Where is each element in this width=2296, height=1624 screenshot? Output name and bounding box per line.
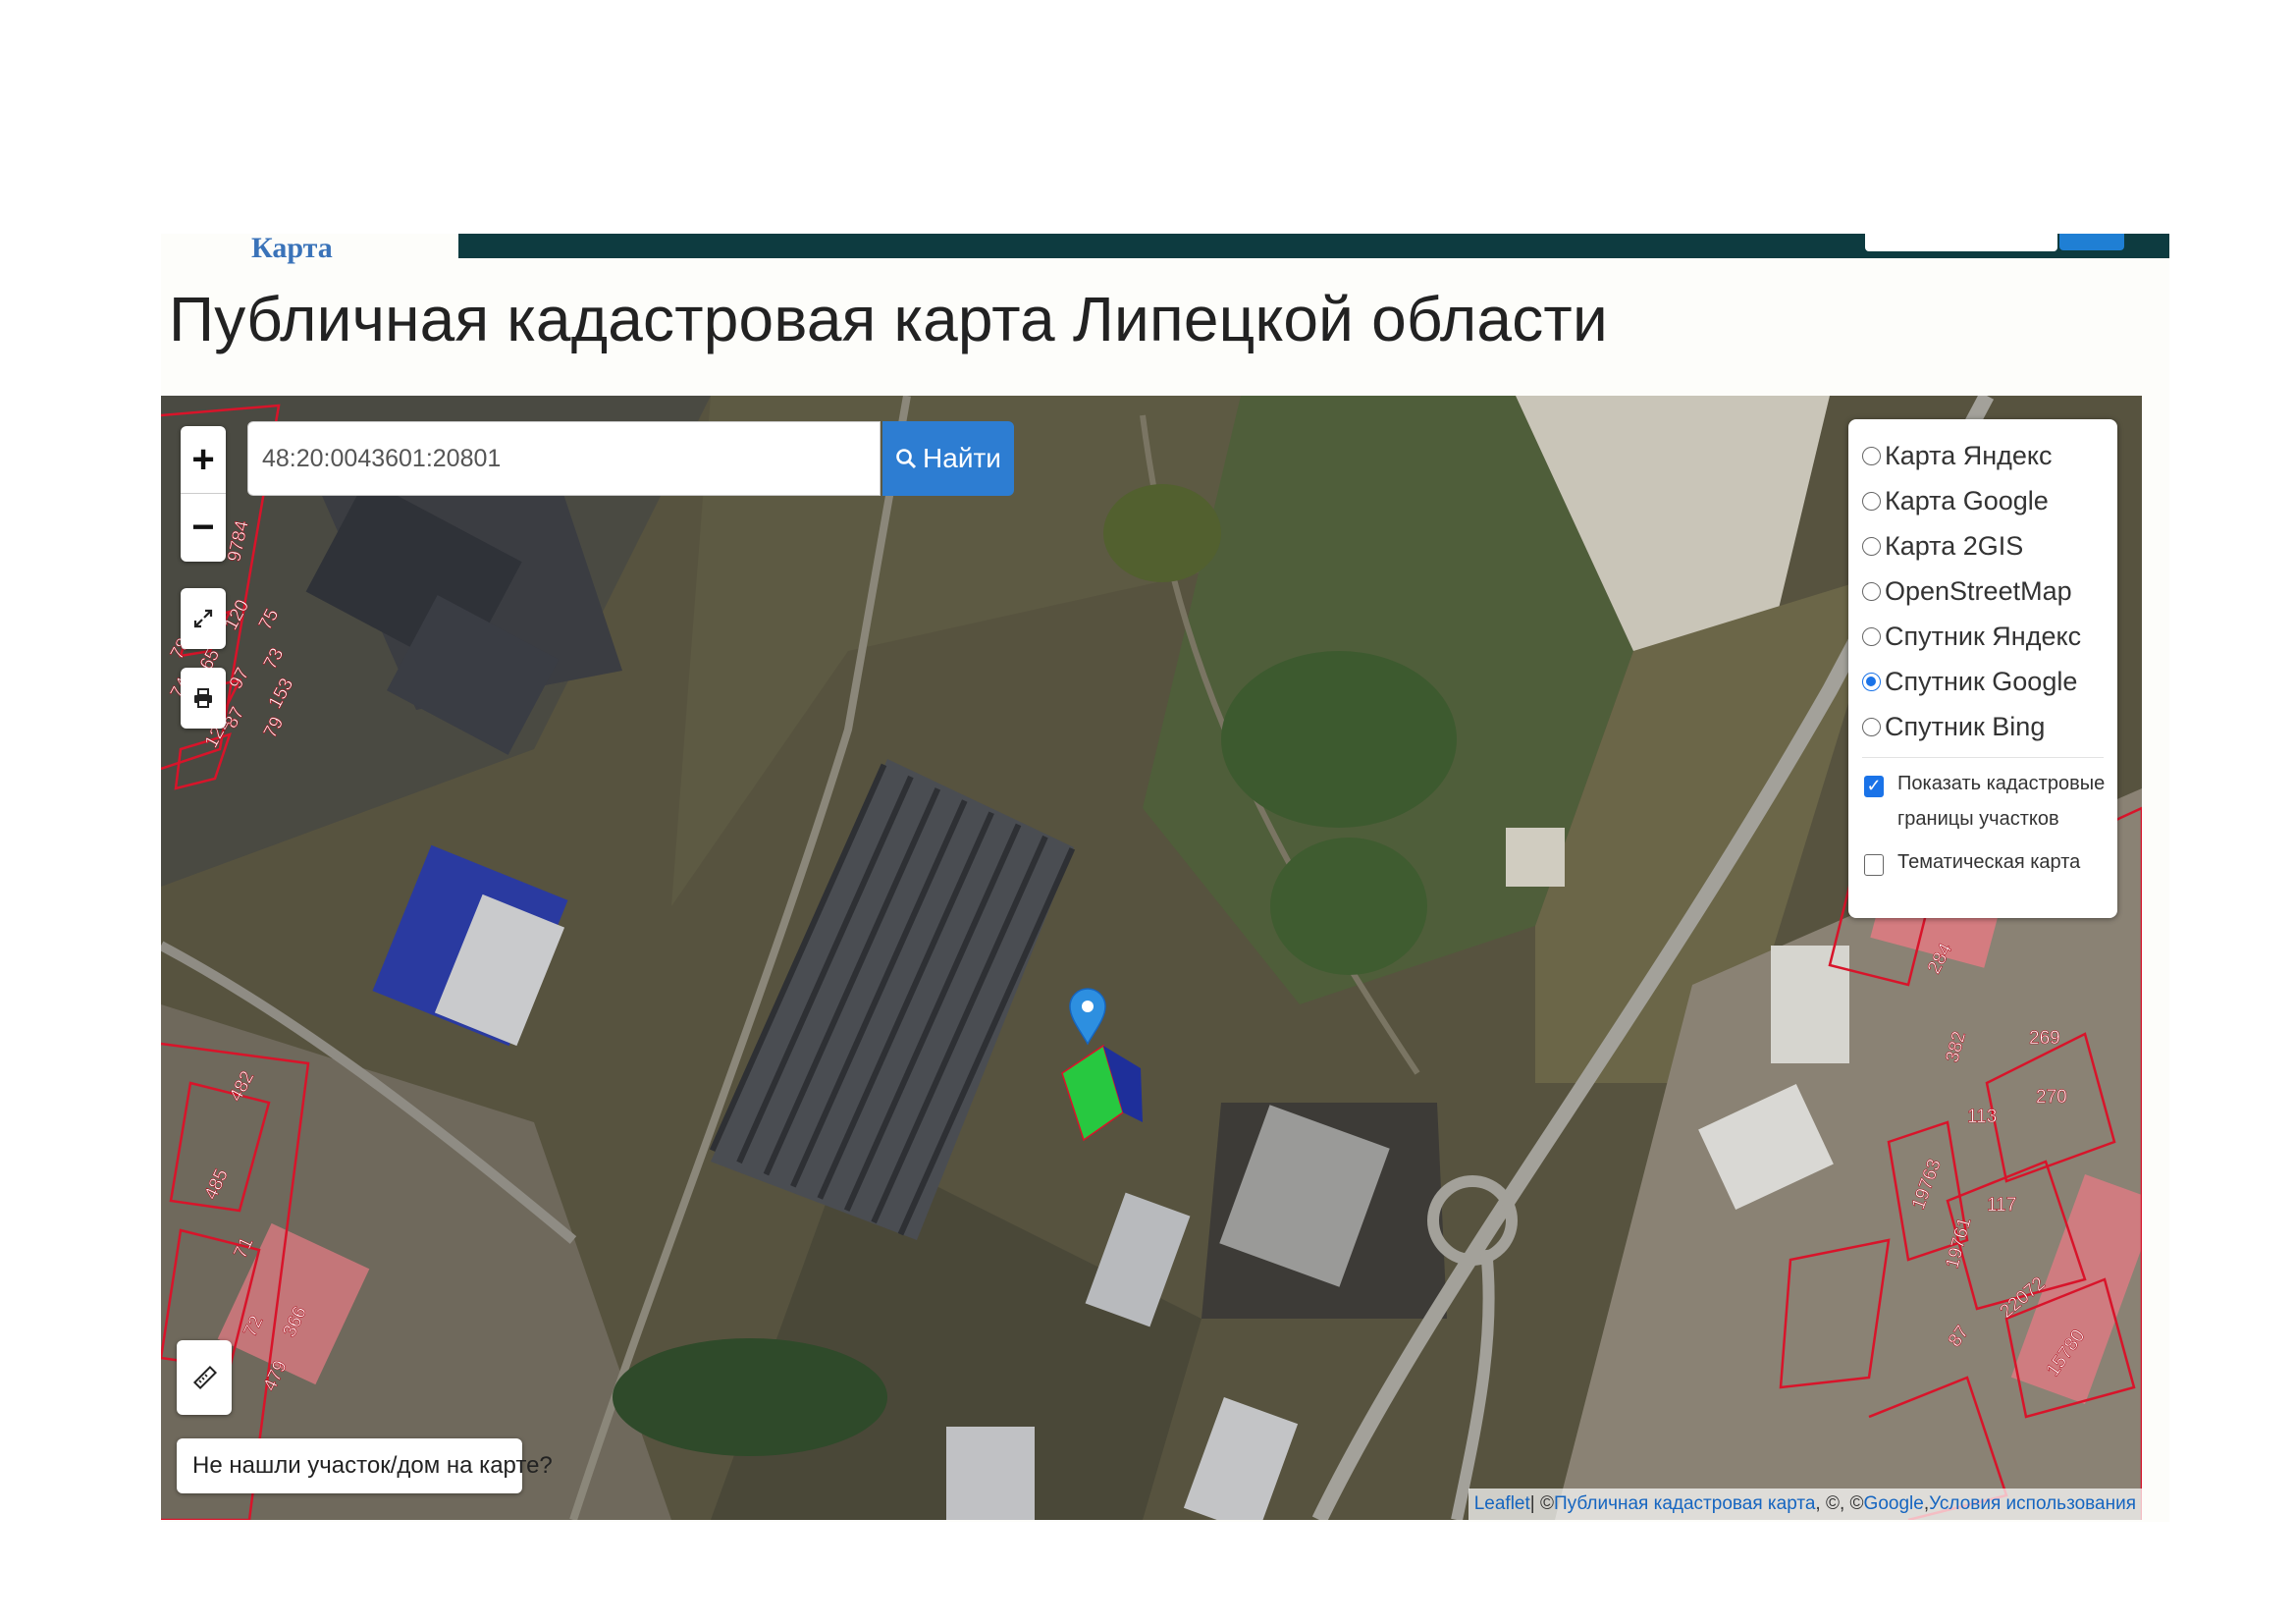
map-viewport[interactable]: 9784100120757316597781537487122796748248… [161, 396, 2142, 1520]
layer-option-label: Спутник Google [1885, 666, 2078, 696]
layer-option-label: Спутник Bing [1885, 711, 2046, 741]
layer-option-yandex-satellite[interactable]: Спутник Яндекс [1862, 614, 2117, 659]
print-button[interactable] [181, 668, 226, 729]
thematic-map-toggle[interactable]: Тематическая карта [1862, 844, 2117, 880]
map-attribution: Leaflet | © Публичная кадастровая карта … [1468, 1489, 2142, 1520]
parcel-number-label: 117 [1987, 1195, 2016, 1216]
find-button-label: Найти [923, 443, 1001, 473]
pkk-link[interactable]: Публичная кадастровая карта [1554, 1493, 1815, 1515]
zoom-control: + − [181, 426, 226, 562]
nav-map-link[interactable]: Карта [251, 234, 333, 263]
fullscreen-button[interactable] [181, 588, 226, 649]
radio-icon [1862, 581, 1881, 601]
find-button[interactable]: Найти [882, 421, 1014, 496]
satellite-imagery: 9784100120757316597781537487122796748248… [161, 396, 2142, 1520]
layer-option-2gis-map[interactable]: Карта 2GIS [1862, 523, 2117, 568]
parcel-number-label: 270 [2036, 1087, 2067, 1108]
measure-button[interactable] [177, 1340, 232, 1415]
layer-option-label: Спутник Яндекс [1885, 621, 2082, 651]
cadastral-borders-label: Показать кадастровые границы участков [1897, 773, 2106, 830]
cadastral-number-input[interactable]: 48:20:0043601:20801 [247, 421, 881, 496]
layer-option-yandex-map[interactable]: Карта Яндекс [1862, 433, 2117, 478]
page-title: Публичная кадастровая карта Липецкой обл… [169, 284, 1608, 354]
leaflet-link[interactable]: Leaflet [1474, 1493, 1530, 1515]
page: Карта Публичная кадастровая карта Липецк… [161, 234, 2169, 1522]
layer-option-openstreetmap[interactable]: OpenStreetMap [1862, 568, 2117, 614]
layer-option-label: Карта Яндекс [1885, 440, 2053, 470]
radio-icon [1862, 626, 1881, 646]
thematic-map-label: Тематическая карта [1897, 851, 2081, 873]
layer-option-bing-satellite[interactable]: Спутник Bing [1862, 704, 2117, 749]
checkbox-icon [1864, 854, 1884, 876]
layer-option-label: Карта Google [1885, 485, 2049, 515]
selected-parcel-marker-icon[interactable] [1068, 987, 1107, 1046]
search-icon [896, 449, 917, 469]
expand-arrows-icon [193, 609, 213, 628]
layer-option-google-map[interactable]: Карта Google [1862, 478, 2117, 523]
zoom-in-button[interactable]: + [181, 426, 226, 493]
attribution-mid: , ©, © [1815, 1493, 1864, 1514]
radio-selected-icon [1862, 672, 1881, 691]
radio-icon [1862, 717, 1881, 736]
parcel-not-found-button[interactable]: Не нашли участок/дом на карте? [177, 1438, 553, 1493]
layer-option-label: OpenStreetMap [1885, 575, 2072, 606]
layer-divider [1862, 757, 2104, 758]
radio-icon [1862, 446, 1881, 465]
site-search-button[interactable] [2059, 234, 2124, 250]
terms-link[interactable]: Условия использования [1929, 1493, 2136, 1515]
google-link[interactable]: Google [1864, 1493, 1924, 1515]
zoom-out-button[interactable]: − [181, 493, 226, 561]
layer-option-label: Карта 2GIS [1885, 530, 2024, 561]
attribution-sep: | © [1529, 1493, 1554, 1514]
parcel-number-label: 269 [2029, 1028, 2060, 1049]
parcel-number-label: 113 [1967, 1107, 1997, 1127]
printer-icon [194, 688, 212, 708]
radio-icon [1862, 536, 1881, 556]
layer-switcher: Карта Яндекс Карта Google Карта 2GIS Ope… [1848, 419, 2117, 918]
layer-option-google-satellite[interactable]: Спутник Google [1862, 659, 2117, 704]
cadastral-borders-toggle[interactable]: ✓ Показать кадастровые границы участков [1862, 766, 2117, 837]
checkbox-checked-icon: ✓ [1864, 776, 1884, 797]
radio-icon [1862, 491, 1881, 511]
site-search-input[interactable] [1865, 234, 2057, 251]
ruler-icon [192, 1365, 218, 1390]
